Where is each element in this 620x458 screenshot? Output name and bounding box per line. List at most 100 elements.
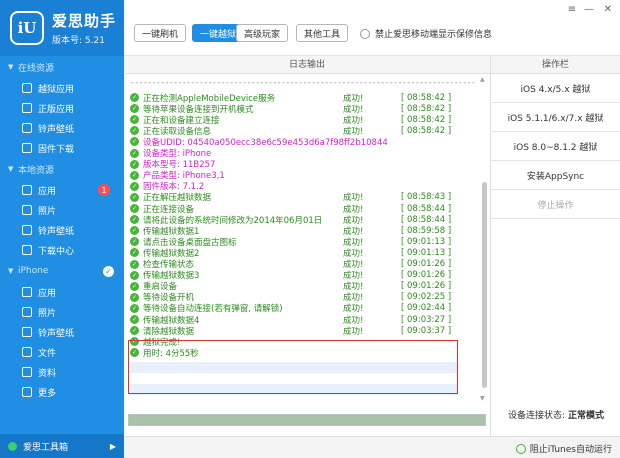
- warranty-option[interactable]: 禁止爱思移动端显示保修信息: [360, 27, 492, 40]
- sidebar-section-label: 本地资源: [18, 165, 55, 176]
- sidebar-item[interactable]: 铃声壁纸: [0, 118, 124, 138]
- log-line: ✓ 版本型号: 11B257: [130, 159, 215, 170]
- sidebar-item-label: 照片: [38, 308, 57, 319]
- sidebar-item[interactable]: 铃声壁纸: [0, 322, 124, 342]
- sidebar-section-header[interactable]: ▼ iPhone ✓: [0, 260, 124, 282]
- log-time: [ 09:01:13 ]: [401, 236, 452, 247]
- ios4-5-jailbreak-button[interactable]: iOS 4.x/5.x 越狱: [491, 74, 620, 103]
- block-itunes-toggle[interactable]: 阻止iTunes自动运行: [515, 442, 612, 455]
- scroll-down-icon[interactable]: ▼: [480, 395, 485, 402]
- scroll-up-icon[interactable]: ▲: [480, 76, 485, 83]
- app-version: 版本号: 5.21: [52, 36, 105, 46]
- success-check-icon: ✓: [130, 204, 139, 213]
- success-check-icon: ✓: [130, 315, 139, 324]
- radio-button[interactable]: [360, 28, 370, 39]
- log-header: 日志输出: [124, 56, 490, 74]
- sidebar-item-label: 下载中心: [38, 246, 75, 257]
- count-badge: 1: [98, 184, 110, 196]
- log-line: ✓ 重启设备 成功![ 09:01:26 ]: [130, 281, 451, 292]
- install-appsync-button[interactable]: 安装AppSync: [491, 161, 620, 190]
- log-scrollbar[interactable]: ▲ ▼: [480, 76, 488, 402]
- toolbox-icon: [8, 441, 17, 451]
- log-output[interactable]: ----------------------------------------…: [124, 74, 490, 404]
- log-separator: ----------------------------------------…: [130, 78, 476, 87]
- success-check-icon: ✓: [130, 226, 139, 236]
- sidebar-section-header[interactable]: ▼ 在线资源: [0, 56, 124, 78]
- annotation-box: [128, 340, 458, 394]
- log-time: [ 08:58:42 ]: [401, 114, 452, 125]
- log-time: [ 09:01:26 ]: [401, 270, 452, 281]
- sidebar-item[interactable]: 文件: [0, 342, 124, 362]
- menu-icon[interactable]: ≡: [568, 4, 576, 15]
- sidebar-section-header[interactable]: ▼ 本地资源: [0, 158, 124, 180]
- log-time: [ 08:58:42 ]: [401, 92, 452, 103]
- sidebar-item-label: 铃声壁纸: [38, 328, 75, 339]
- sidebar-item-label: 照片: [38, 206, 57, 217]
- jailbreak-app-icon: [22, 83, 32, 93]
- log-line: ✓ 传输越狱数据1 成功![ 08:59:58 ]: [130, 225, 452, 237]
- toolbar: 一键刷机 一键越狱 高级玩家 其他工具 禁止爱思移动端显示保修信息 ≡ — ✕: [124, 0, 620, 56]
- file-icon: [22, 347, 32, 357]
- log-time: [ 08:58:42 ]: [401, 103, 452, 114]
- warranty-option-label: 禁止爱思移动端显示保修信息: [375, 30, 493, 40]
- chevron-down-icon: ▼: [8, 63, 14, 71]
- log-time: [ 08:58:42 ]: [401, 125, 452, 136]
- minimize-icon[interactable]: —: [584, 4, 594, 15]
- toolbox-button[interactable]: 爱思工具箱 ▶: [0, 434, 124, 458]
- apps-icon: [22, 185, 32, 195]
- success-check-icon: ✓: [130, 259, 139, 269]
- progress-fill: [129, 415, 485, 425]
- status-bar: 阻止iTunes自动运行: [124, 436, 620, 458]
- sidebar-item-label: 文件: [38, 348, 57, 359]
- sidebar-item[interactable]: 下载中心: [0, 240, 124, 260]
- log-time: [ 09:01:26 ]: [401, 259, 452, 269]
- photo-icon: [22, 205, 32, 215]
- sidebar-item[interactable]: 资料: [0, 362, 124, 382]
- sidebar-item-label: 越狱应用: [38, 84, 75, 95]
- log-time: [ 09:03:27 ]: [401, 314, 452, 325]
- sidebar-item[interactable]: 固件下载: [0, 138, 124, 158]
- success-check-icon: ✓: [130, 170, 139, 180]
- sidebar-item[interactable]: 更多: [0, 382, 124, 402]
- advanced-button[interactable]: 高级玩家: [236, 24, 288, 42]
- success-check-icon: ✓: [130, 192, 139, 202]
- toolbox-label: 爱思工具箱: [23, 442, 69, 453]
- close-icon[interactable]: ✕: [604, 4, 612, 15]
- stop-button[interactable]: 停止操作: [491, 190, 620, 219]
- sidebar-item[interactable]: 正版应用: [0, 98, 124, 118]
- success-check-icon: ✓: [130, 93, 139, 102]
- log-time: [ 09:01:26 ]: [401, 281, 452, 292]
- log-time: [ 08:58:44 ]: [401, 203, 452, 214]
- log-line: ✓ 产品类型: iPhone3,1: [130, 170, 225, 181]
- chevron-right-icon: ▶: [109, 441, 116, 451]
- sidebar-item-label: 固件下载: [38, 144, 75, 155]
- sidebar-section-label: iPhone: [18, 266, 49, 276]
- log-line: ✓ 传输越狱数据4 成功![ 09:03:27 ]: [130, 314, 452, 326]
- sidebar-item[interactable]: 应用: [0, 282, 124, 302]
- log-line: ✓ 清除越狱数据 成功![ 09:03:37 ]: [130, 325, 451, 337]
- sidebar-item[interactable]: 照片: [0, 200, 124, 220]
- sidebar-item[interactable]: 铃声壁纸: [0, 220, 124, 240]
- log-time: [ 09:01:13 ]: [401, 247, 452, 258]
- sidebar-item-label: 正版应用: [38, 104, 75, 115]
- other-tools-button[interactable]: 其他工具: [296, 24, 348, 42]
- success-check-icon: ✓: [130, 303, 139, 313]
- sidebar-item[interactable]: 照片: [0, 302, 124, 322]
- ringtone-icon: [22, 123, 32, 133]
- success-check-icon: ✓: [130, 281, 139, 291]
- ios8-jailbreak-button[interactable]: iOS 8.0~8.1.2 越狱: [491, 132, 620, 161]
- flash-button[interactable]: 一键刷机: [134, 24, 186, 42]
- ringtone-icon: [22, 225, 32, 235]
- log-line: ✓ 设备类型: iPhone: [130, 148, 211, 159]
- firmware-icon: [22, 143, 32, 153]
- sidebar-item[interactable]: 越狱应用: [0, 78, 124, 98]
- log-time: [ 08:59:58 ]: [401, 225, 452, 236]
- sidebar-item[interactable]: 应用 1: [0, 180, 124, 200]
- scroll-thumb[interactable]: [482, 182, 487, 388]
- device-status-label: 设备连接状态:: [508, 411, 566, 421]
- app-name: 爱思助手: [52, 12, 117, 30]
- log-line: ✓ 传输越狱数据2 成功![ 09:01:13 ]: [130, 247, 452, 259]
- ios5-7-jailbreak-button[interactable]: iOS 5.1.1/6.x/7.x 越狱: [491, 103, 620, 132]
- log-line: ✓ 请将此设备的系统时间修改为2014年06月01日 成功![ 08:58:44 ]: [130, 214, 451, 226]
- log-line: ✓ 等待设备自动连接(若有弹窗, 请解锁) 成功![ 09:02:44 ]: [130, 303, 451, 314]
